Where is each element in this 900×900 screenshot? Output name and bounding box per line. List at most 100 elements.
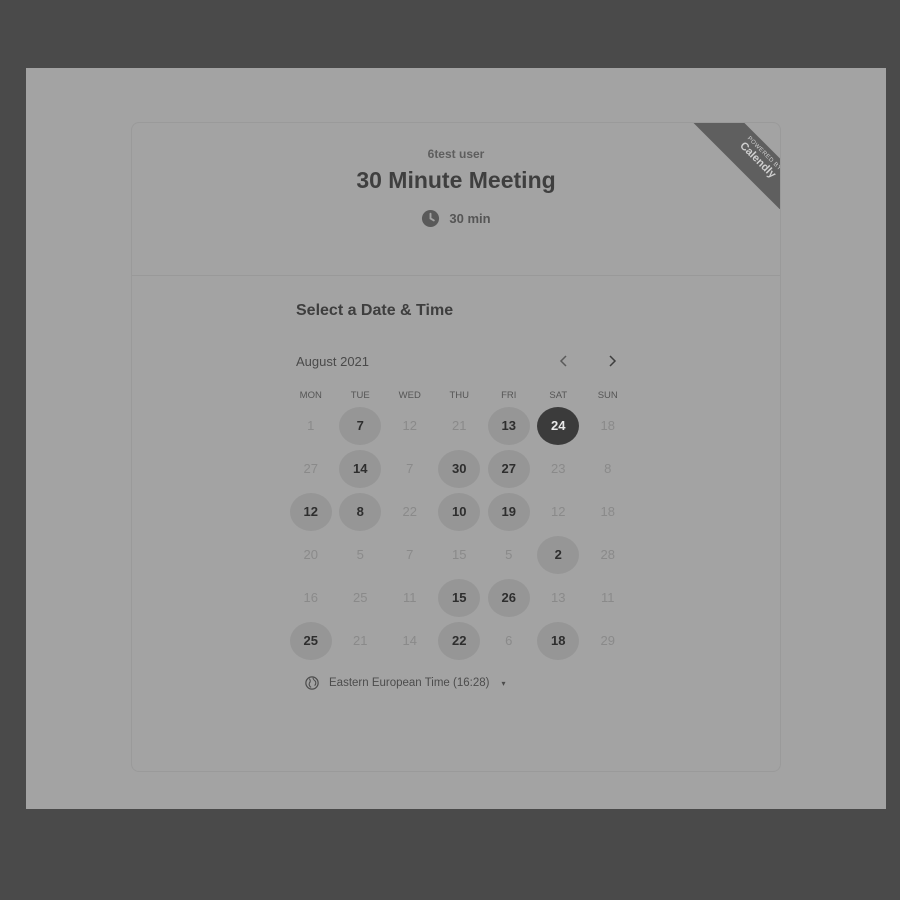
calendar-day-number: 22 xyxy=(402,504,417,519)
timezone-label: Eastern European Time (16:28) xyxy=(329,677,490,689)
chevron-left-icon xyxy=(559,355,567,367)
calendar-day-number: 14 xyxy=(339,449,382,488)
calendar-day-number: 11 xyxy=(601,590,615,605)
calendar-day-unavailable: 18 xyxy=(583,404,633,447)
calendar-day-unavailable: 11 xyxy=(583,576,633,619)
page-viewport: 6test user 30 Minute Meeting 30 min POWE… xyxy=(26,68,886,809)
calendar-day-number: 29 xyxy=(600,633,615,648)
calendar-day-unavailable: 28 xyxy=(583,533,633,576)
calendar-day-number: 27 xyxy=(487,449,530,488)
clock-icon xyxy=(422,209,440,228)
calendar-day-number: 8 xyxy=(604,461,612,476)
brand-name: Calendly xyxy=(737,139,779,181)
calendar-day-number: 7 xyxy=(339,406,382,445)
calendar-day-available[interactable]: 13 xyxy=(484,404,534,447)
calendar-day-number: 26 xyxy=(487,578,530,617)
calendar-day-number: 28 xyxy=(600,547,615,562)
weekday-label: SAT xyxy=(549,390,568,401)
calendar-day-available[interactable]: 25 xyxy=(286,619,336,662)
calendar-day-number: 13 xyxy=(487,406,530,445)
calendar-day-number: 22 xyxy=(438,621,481,660)
timezone-selector[interactable]: Eastern European Time (16:28) ▾ xyxy=(305,676,505,690)
duration-label: 30 min xyxy=(449,211,491,226)
calendar-day-number: 12 xyxy=(402,418,417,433)
calendar-day-number: 20 xyxy=(303,547,318,562)
weekday-label: SUN xyxy=(597,390,618,401)
calendar-day-available[interactable]: 19 xyxy=(484,490,534,533)
calendar-day-available[interactable]: 2 xyxy=(534,533,584,576)
calendar-day-unavailable: 20 xyxy=(286,533,336,576)
calendar-day-number: 23 xyxy=(551,461,566,476)
calendar-day-available[interactable]: 8 xyxy=(336,490,386,533)
calendar-day-available[interactable]: 26 xyxy=(484,576,534,619)
weekday-label: THU xyxy=(449,390,470,401)
event-header: 6test user 30 Minute Meeting 30 min POWE… xyxy=(132,123,780,276)
powered-by-ribbon[interactable]: POWERED BY Calendly xyxy=(691,123,780,209)
calendar-day-number: 18 xyxy=(600,504,615,519)
calendar-day-number: 25 xyxy=(289,621,332,660)
calendar-day-number: 15 xyxy=(438,578,481,617)
calendar-day-number: 25 xyxy=(353,590,368,605)
calendar-day-number: 7 xyxy=(406,547,414,562)
weekday-label: MON xyxy=(299,390,322,401)
calendar-day-available[interactable]: 12 xyxy=(286,490,336,533)
calendar-day-unavailable: 23 xyxy=(534,447,584,490)
calendar-grid: 1 7 12 21 13 24 18 27 14 7 30 27 23 8 12 8 22 10 19 12 18 20 5… xyxy=(286,404,633,662)
calendar-day-selected[interactable]: 24 xyxy=(534,404,584,447)
calendar-day-number: 13 xyxy=(551,590,566,605)
calendar-day-unavailable: 18 xyxy=(583,490,633,533)
calendar-day-unavailable: 29 xyxy=(583,619,633,662)
weekday-label: WED xyxy=(398,390,421,401)
chevron-right-icon xyxy=(609,355,617,367)
calendar-day-number: 18 xyxy=(600,418,615,433)
calendar-day-number: 21 xyxy=(353,633,368,648)
calendar-day-unavailable: 14 xyxy=(385,619,435,662)
calendar-day-available[interactable]: 14 xyxy=(336,447,386,490)
next-month-button[interactable] xyxy=(598,347,626,375)
calendar-day-number: 2 xyxy=(537,535,580,574)
calendar-day-number: 30 xyxy=(438,449,481,488)
calendar-day-available[interactable]: 15 xyxy=(435,576,485,619)
calendar-day-unavailable: 15 xyxy=(435,533,485,576)
calendar-day-unavailable: 21 xyxy=(435,404,485,447)
event-duration: 30 min xyxy=(132,209,780,228)
calendar-day-unavailable: 1 xyxy=(286,404,336,447)
calendar-day-number: 12 xyxy=(289,492,332,531)
calendar-day-available[interactable]: 22 xyxy=(435,619,485,662)
calendar-day-available[interactable]: 7 xyxy=(336,404,386,447)
calendar-day-number: 18 xyxy=(537,621,580,660)
calendar-day-unavailable: 22 xyxy=(385,490,435,533)
calendar-day-unavailable: 21 xyxy=(336,619,386,662)
calendar-day-unavailable: 13 xyxy=(534,576,584,619)
weekday-label: TUE xyxy=(350,390,370,401)
calendar-day-number: 5 xyxy=(356,547,364,562)
calendar-day-unavailable: 6 xyxy=(484,619,534,662)
calendar-day-unavailable: 16 xyxy=(286,576,336,619)
calendar-day-number: 1 xyxy=(307,418,315,433)
select-date-heading: Select a Date & Time xyxy=(296,302,454,319)
calendar-day-number: 19 xyxy=(487,492,530,531)
calendar-day-number: 12 xyxy=(551,504,566,519)
calendar-day-unavailable: 11 xyxy=(385,576,435,619)
calendar-day-number: 7 xyxy=(406,461,414,476)
calendar-day-number: 16 xyxy=(303,590,318,605)
month-label: August 2021 xyxy=(296,353,370,369)
weekday-header: MON TUE WED THU FRI SAT SUN xyxy=(286,390,633,401)
calendar-day-available[interactable]: 10 xyxy=(435,490,485,533)
powered-by-badge[interactable]: POWERED BY Calendly xyxy=(680,123,780,209)
calendar-day-number: 5 xyxy=(505,547,513,562)
previous-month-button[interactable] xyxy=(550,347,578,375)
calendar-day-available[interactable]: 18 xyxy=(534,619,584,662)
calendar-day-number: 8 xyxy=(339,492,382,531)
globe-icon xyxy=(305,676,319,690)
calendar-day-number: 15 xyxy=(452,547,467,562)
month-navigation: August 2021 xyxy=(296,347,626,375)
caret-down-icon: ▾ xyxy=(501,678,506,688)
calendar-day-available[interactable]: 30 xyxy=(435,447,485,490)
calendar-day-unavailable: 7 xyxy=(385,533,435,576)
calendar-day-available[interactable]: 27 xyxy=(484,447,534,490)
calendar-day-number: 6 xyxy=(505,633,513,648)
calendar-day-number: 21 xyxy=(452,418,467,433)
calendar-day-unavailable: 12 xyxy=(385,404,435,447)
calendar-day-number: 11 xyxy=(403,590,417,605)
